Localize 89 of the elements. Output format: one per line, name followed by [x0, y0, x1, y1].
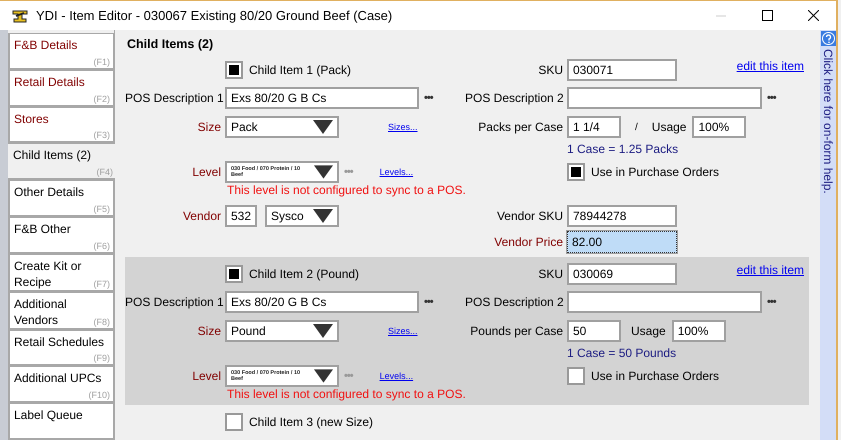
field-label: Pounds per Case — [469, 324, 564, 338]
field-label: Vendor Price — [493, 235, 564, 249]
shortcut-hint: (F7) — [94, 278, 110, 289]
caret-icon — [313, 164, 334, 180]
link[interactable]: Levels... — [380, 167, 414, 177]
caret-icon — [312, 208, 334, 224]
checkbox[interactable] — [225, 413, 243, 431]
text-field[interactable]: 1 1/4 — [567, 116, 621, 138]
vendor-dropdown[interactable]: Sysco — [265, 205, 339, 227]
price-field[interactable]: 82.00 — [567, 231, 677, 253]
link[interactable]: edit this item — [736, 59, 804, 73]
conversion-text: 1 Case = 50 Pounds — [567, 346, 676, 360]
checkbox-label: Child Item 1 (Pack) — [249, 63, 352, 77]
shortcut-hint: (F5) — [94, 204, 110, 214]
size-dropdown[interactable]: Pack — [225, 116, 339, 138]
text-field[interactable]: Exs 80/20 G B Cs — [225, 291, 419, 313]
field-label: SKU — [537, 267, 564, 281]
warning-text: This level is not configured to sync to a POS. — [227, 183, 466, 197]
shortcut-hint: (F1) — [94, 56, 110, 67]
section-title: Child Items (2) — [127, 37, 214, 51]
window-title: YDI - Item Editor - 030067 Existing 80/20 Ground Beef (Case) — [36, 8, 392, 23]
more-button[interactable]: ••• — [767, 92, 776, 104]
more-button[interactable]: ••• — [767, 296, 776, 308]
nav-tab[interactable]: F&B Details (F1) — [8, 33, 115, 70]
checkbox[interactable] — [225, 61, 243, 79]
nav-tab[interactable]: Child Items (2) (F4) — [8, 143, 115, 180]
nav-tab[interactable]: Stores (F3) — [8, 106, 115, 144]
checkbox-label: Use in Purchase Orders — [591, 369, 720, 383]
app-logo-icon — [11, 8, 29, 24]
field-label: POS Description 1 — [125, 295, 225, 309]
checkbox-label: Use in Purchase Orders — [591, 165, 720, 179]
nav-tab[interactable]: F&B Other (F6) — [8, 216, 115, 254]
shortcut-hint: (F2) — [94, 94, 110, 104]
text-field[interactable]: Exs 80/20 G B Cs — [225, 87, 419, 109]
checkbox[interactable] — [567, 367, 585, 385]
field-label: Usage — [652, 120, 686, 134]
text-field[interactable]: 100% — [692, 116, 746, 138]
field-label: Size — [196, 324, 222, 338]
field-label: Vendor SKU — [496, 209, 564, 223]
vendor-code-field[interactable]: 532 — [225, 205, 257, 227]
shortcut-hint: (F4) — [96, 167, 113, 178]
field-label: SKU — [537, 63, 564, 77]
sku-field[interactable]: 030069 — [567, 263, 677, 285]
text-field[interactable] — [567, 291, 762, 313]
field-label: POS Description 2 — [465, 295, 565, 309]
shortcut-hint: (F3) — [94, 130, 110, 140]
more-button[interactable]: ••• — [424, 296, 433, 308]
field-label: Level — [191, 165, 222, 179]
shortcut-hint: (F6) — [94, 240, 110, 251]
nav-tab[interactable]: Label Queue — [8, 403, 115, 440]
text-field[interactable]: 100% — [672, 320, 726, 342]
warning-text: This level is not configured to sync to a POS. — [227, 387, 466, 401]
checkbox-label: Child Item 3 (new Size) — [249, 415, 374, 429]
checkbox[interactable] — [567, 163, 585, 181]
link[interactable]: Sizes... — [388, 122, 418, 132]
sku-field[interactable]: 030071 — [567, 59, 677, 81]
text-field[interactable] — [567, 87, 762, 109]
maximize-icon — [762, 10, 772, 21]
size-dropdown[interactable]: Pound — [225, 320, 339, 342]
shortcut-hint: (F8) — [94, 316, 110, 327]
close-icon — [808, 10, 818, 21]
nav-tab[interactable]: Retail Schedules (F9) — [8, 330, 115, 366]
nav-tab[interactable]: Create Kit or Recipe (F7) — [8, 254, 115, 292]
field-label: Usage — [631, 324, 666, 338]
text-field[interactable]: 78944278 — [567, 205, 677, 227]
nav-tab[interactable]: Retail Details (F2) — [8, 70, 115, 107]
nav-tab[interactable]: Other Details (F5) — [8, 180, 115, 217]
link[interactable]: Levels... — [380, 371, 414, 381]
text-field[interactable]: 50 — [567, 320, 621, 342]
field-label: POS Description 1 — [125, 91, 225, 105]
slash-separator: / — [635, 122, 638, 132]
caret-icon — [312, 323, 334, 339]
field-label: Packs per Case — [477, 120, 564, 134]
link[interactable]: Sizes... — [388, 326, 418, 336]
shortcut-hint: (F9) — [94, 353, 110, 364]
checkbox-label: Child Item 2 (Pound) — [249, 267, 360, 281]
checkbox[interactable] — [225, 265, 243, 283]
field-label: POS Description 2 — [465, 91, 565, 105]
conversion-text: 1 Case = 1.25 Packs — [567, 142, 678, 156]
more-button[interactable]: ••• — [424, 92, 433, 104]
field-label: Vendor — [182, 209, 222, 223]
field-label: Level — [191, 369, 222, 383]
field-label: Size — [196, 120, 222, 134]
shortcut-hint: (F10) — [88, 390, 110, 400]
caret-icon — [313, 368, 334, 384]
nav-tab[interactable]: Additional Vendors (F8) — [8, 292, 115, 330]
link[interactable]: edit this item — [736, 263, 804, 277]
caret-icon — [312, 119, 334, 135]
nav-tab[interactable]: Additional UPCs (F10) — [8, 366, 115, 404]
